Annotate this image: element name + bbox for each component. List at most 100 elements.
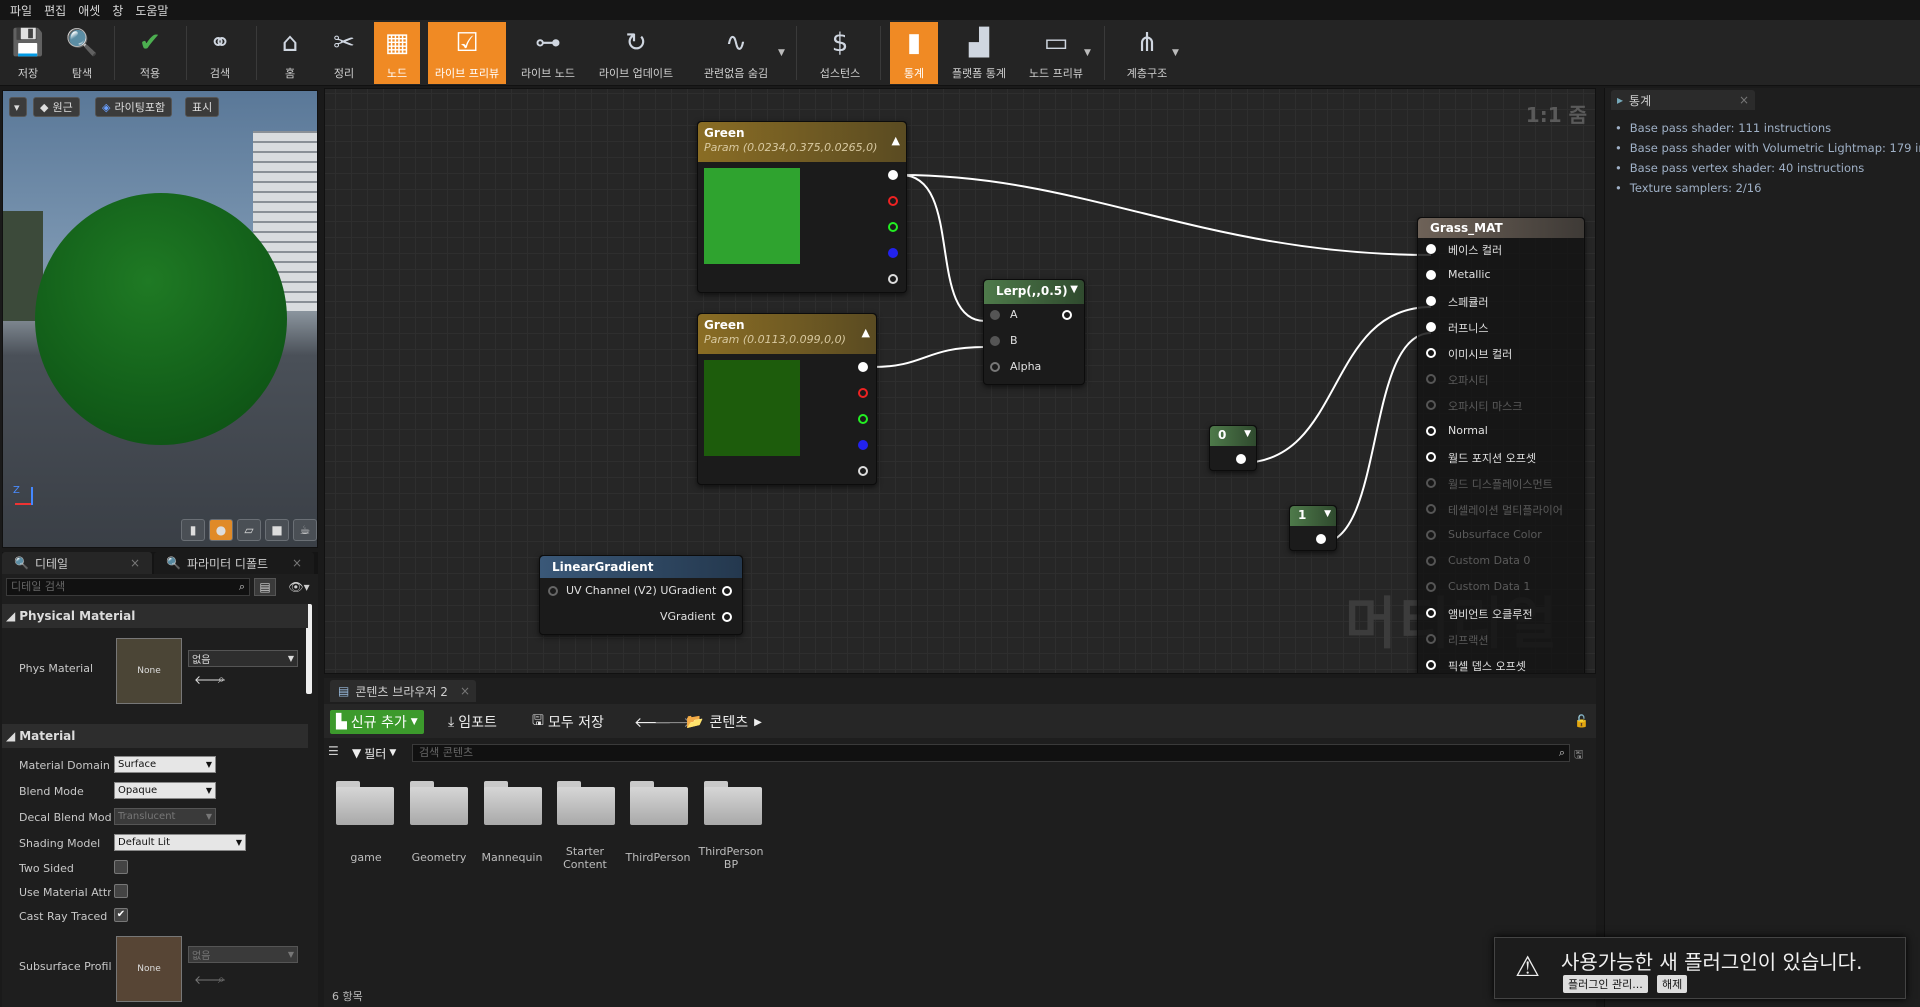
lock-icon[interactable]: 🔓	[1574, 714, 1589, 728]
close-icon[interactable]: ×	[1739, 93, 1749, 107]
hierarchy-dropdown-icon[interactable]: ▼	[1172, 48, 1179, 58]
node-green-param-1[interactable]: Green Param (0.0234,0.375,0.0265,0) ▲	[697, 121, 907, 293]
category-physical-material[interactable]: ◢ Physical Material	[2, 604, 308, 628]
collapse-triangle-icon[interactable]: ▲	[862, 326, 870, 339]
menu-asset[interactable]: 애셋	[76, 2, 110, 19]
lighting-mode-button[interactable]: ◈ 라이팅포함	[95, 97, 173, 117]
output-pin[interactable]	[1236, 454, 1246, 464]
cast-ray-traced-shadows-checkbox[interactable]: ✔	[114, 908, 128, 922]
folder-thirdperson[interactable]	[628, 779, 690, 825]
collapse-triangle-icon[interactable]: ▲	[892, 134, 900, 147]
home-button[interactable]: ⌂ 홈	[268, 22, 312, 84]
input-pin[interactable]	[1426, 530, 1436, 540]
tab-content-browser[interactable]: ▤ 콘텐츠 브라우저 2 ×	[330, 680, 476, 702]
output-pin-b[interactable]	[888, 248, 898, 258]
input-pin-a[interactable]	[990, 310, 1000, 320]
input-pin[interactable]	[1426, 400, 1436, 410]
node-preview-dropdown-icon[interactable]: ▼	[1084, 48, 1091, 58]
instance-button[interactable]: $ 섭스턴스	[810, 22, 870, 84]
phys-material-thumbnail[interactable]: None	[116, 638, 182, 704]
chevron-down-icon[interactable]: ▼	[1324, 509, 1331, 519]
cube-preview-icon[interactable]: ■	[265, 519, 289, 541]
phys-material-combo[interactable]: 없음	[188, 650, 298, 667]
input-pin[interactable]	[1426, 426, 1436, 436]
input-pin[interactable]	[1426, 244, 1436, 254]
sources-toggle-icon[interactable]: ☰	[328, 744, 348, 762]
node-header[interactable]: Grass_MAT	[1418, 218, 1584, 238]
chevron-down-icon[interactable]: ▼	[1070, 284, 1078, 295]
folder-thirdperson-bp[interactable]	[702, 779, 764, 825]
output-pin-vgradient[interactable]	[722, 612, 732, 622]
node-constant-0[interactable]: 0 ▼	[1209, 425, 1257, 471]
material-graph-canvas[interactable]: 1:1 줌 머티리얼 GreenParam (0.0234,0.375,0.02…	[324, 88, 1596, 674]
node-preview-button[interactable]: ▭ 노드 프리뷰	[1020, 22, 1092, 84]
input-pin[interactable]	[1426, 582, 1436, 592]
add-new-button[interactable]: ▙ 신규 추가 ▼	[330, 710, 424, 734]
dismiss-button[interactable]: 해제	[1657, 975, 1688, 993]
shading-model-select[interactable]: Default Lit	[114, 834, 246, 851]
input-pin[interactable]	[1426, 556, 1436, 566]
tab-stats[interactable]: ▸ 통계 ×	[1611, 90, 1755, 110]
two-sided-checkbox[interactable]	[114, 860, 128, 874]
node-linear-gradient[interactable]: LinearGradient UV Channel (V2) UGradient…	[539, 555, 743, 635]
input-pin[interactable]	[1426, 478, 1436, 488]
material-domain-select[interactable]: Surface	[114, 756, 216, 773]
search-button[interactable]: ⚭ 검색	[198, 22, 242, 84]
clean-button[interactable]: ✂ 정리	[322, 22, 366, 84]
input-pin[interactable]	[1426, 374, 1436, 384]
perspective-button[interactable]: ◆ 원근	[33, 97, 80, 117]
output-pin-b[interactable]	[858, 440, 868, 450]
input-pin[interactable]	[1426, 296, 1436, 306]
output-pin-r[interactable]	[888, 196, 898, 206]
close-icon[interactable]: ×	[460, 684, 470, 698]
output-pin-a[interactable]	[888, 274, 898, 284]
input-pin[interactable]	[1426, 452, 1436, 462]
plane-preview-icon[interactable]: ▱	[237, 519, 261, 541]
input-pin[interactable]	[1426, 660, 1436, 670]
folder-geometry[interactable]	[408, 779, 470, 825]
output-pin[interactable]	[1062, 310, 1072, 320]
output-pin-g[interactable]	[888, 222, 898, 232]
menu-help[interactable]: 도움말	[133, 2, 178, 19]
output-pin-a[interactable]	[858, 466, 868, 476]
menu-edit[interactable]: 편집	[42, 2, 76, 19]
filter-button[interactable]: ▼ 필터 ▼	[352, 744, 396, 762]
subsurface-profile-thumbnail[interactable]: None	[116, 936, 182, 1002]
nodes-button[interactable]: ▦ 노드	[374, 22, 420, 84]
material-preview-viewport[interactable]: ▾ ◆ 원근 ◈ 라이팅포함 표시 Z ▮ ● ▱ ■ ☕	[2, 90, 318, 548]
chevron-down-icon[interactable]: ▼	[1244, 429, 1251, 439]
import-button[interactable]: ⤓ 임포트	[448, 710, 497, 734]
tab-parameter-defaults[interactable]: 🔍 파라미터 디폴트 ×	[154, 552, 314, 574]
sphere-preview-icon[interactable]: ●	[209, 519, 233, 541]
input-pin[interactable]	[1426, 608, 1436, 618]
output-pin-rgb[interactable]	[858, 362, 868, 372]
menu-window[interactable]: 창	[110, 2, 133, 19]
node-material-result[interactable]: Grass_MAT 베이스 컬러 Metallic 스페큘러 러프니스 이미시브 컬러 오…	[1417, 217, 1585, 673]
node-constant-1[interactable]: 1 ▼	[1289, 505, 1337, 551]
browse-magnifier-icon[interactable]: ⌕	[218, 672, 225, 687]
node-header[interactable]: Green Param (0.0234,0.375,0.0265,0)	[698, 122, 906, 162]
node-header[interactable]: Lerp(,,0.5) ▼	[984, 280, 1084, 304]
node-header[interactable]: LinearGradient	[540, 556, 742, 578]
hide-unrelated-button[interactable]: ∿ 관련없음 숨김	[688, 22, 784, 84]
live-preview-button[interactable]: ☑ 라이브 프리뷰	[428, 22, 506, 84]
input-pin[interactable]	[1426, 634, 1436, 644]
tab-details[interactable]: 🔍 디테일 ×	[2, 552, 152, 574]
chevron-right-icon[interactable]: ▶	[754, 717, 762, 728]
visibility-options-button[interactable]: 👁▾	[284, 578, 314, 596]
output-pin-g[interactable]	[858, 414, 868, 424]
hide-unrelated-dropdown-icon[interactable]: ▼	[778, 48, 785, 58]
apply-button[interactable]: ✔ 적용	[128, 22, 172, 84]
use-material-attributes-checkbox[interactable]	[114, 884, 128, 898]
input-pin-b[interactable]	[990, 336, 1000, 346]
save-all-button[interactable]: 🖫 모두 저장	[532, 710, 604, 734]
live-nodes-button[interactable]: ⊶ 라이브 노드	[512, 22, 584, 84]
node-header[interactable]: 0 ▼	[1210, 426, 1256, 446]
viewport-options-dropdown[interactable]: ▾	[9, 97, 27, 117]
folder-game[interactable]	[334, 779, 396, 825]
save-search-icon[interactable]: 🖫	[1574, 746, 1583, 765]
teapot-preview-icon[interactable]: ☕	[293, 519, 317, 541]
browse-button[interactable]: 🔍 탐색	[60, 22, 104, 84]
details-search-input[interactable]: 디테일 검색 ⌕	[6, 578, 250, 596]
grid-view-button[interactable]: ▤	[254, 578, 276, 596]
